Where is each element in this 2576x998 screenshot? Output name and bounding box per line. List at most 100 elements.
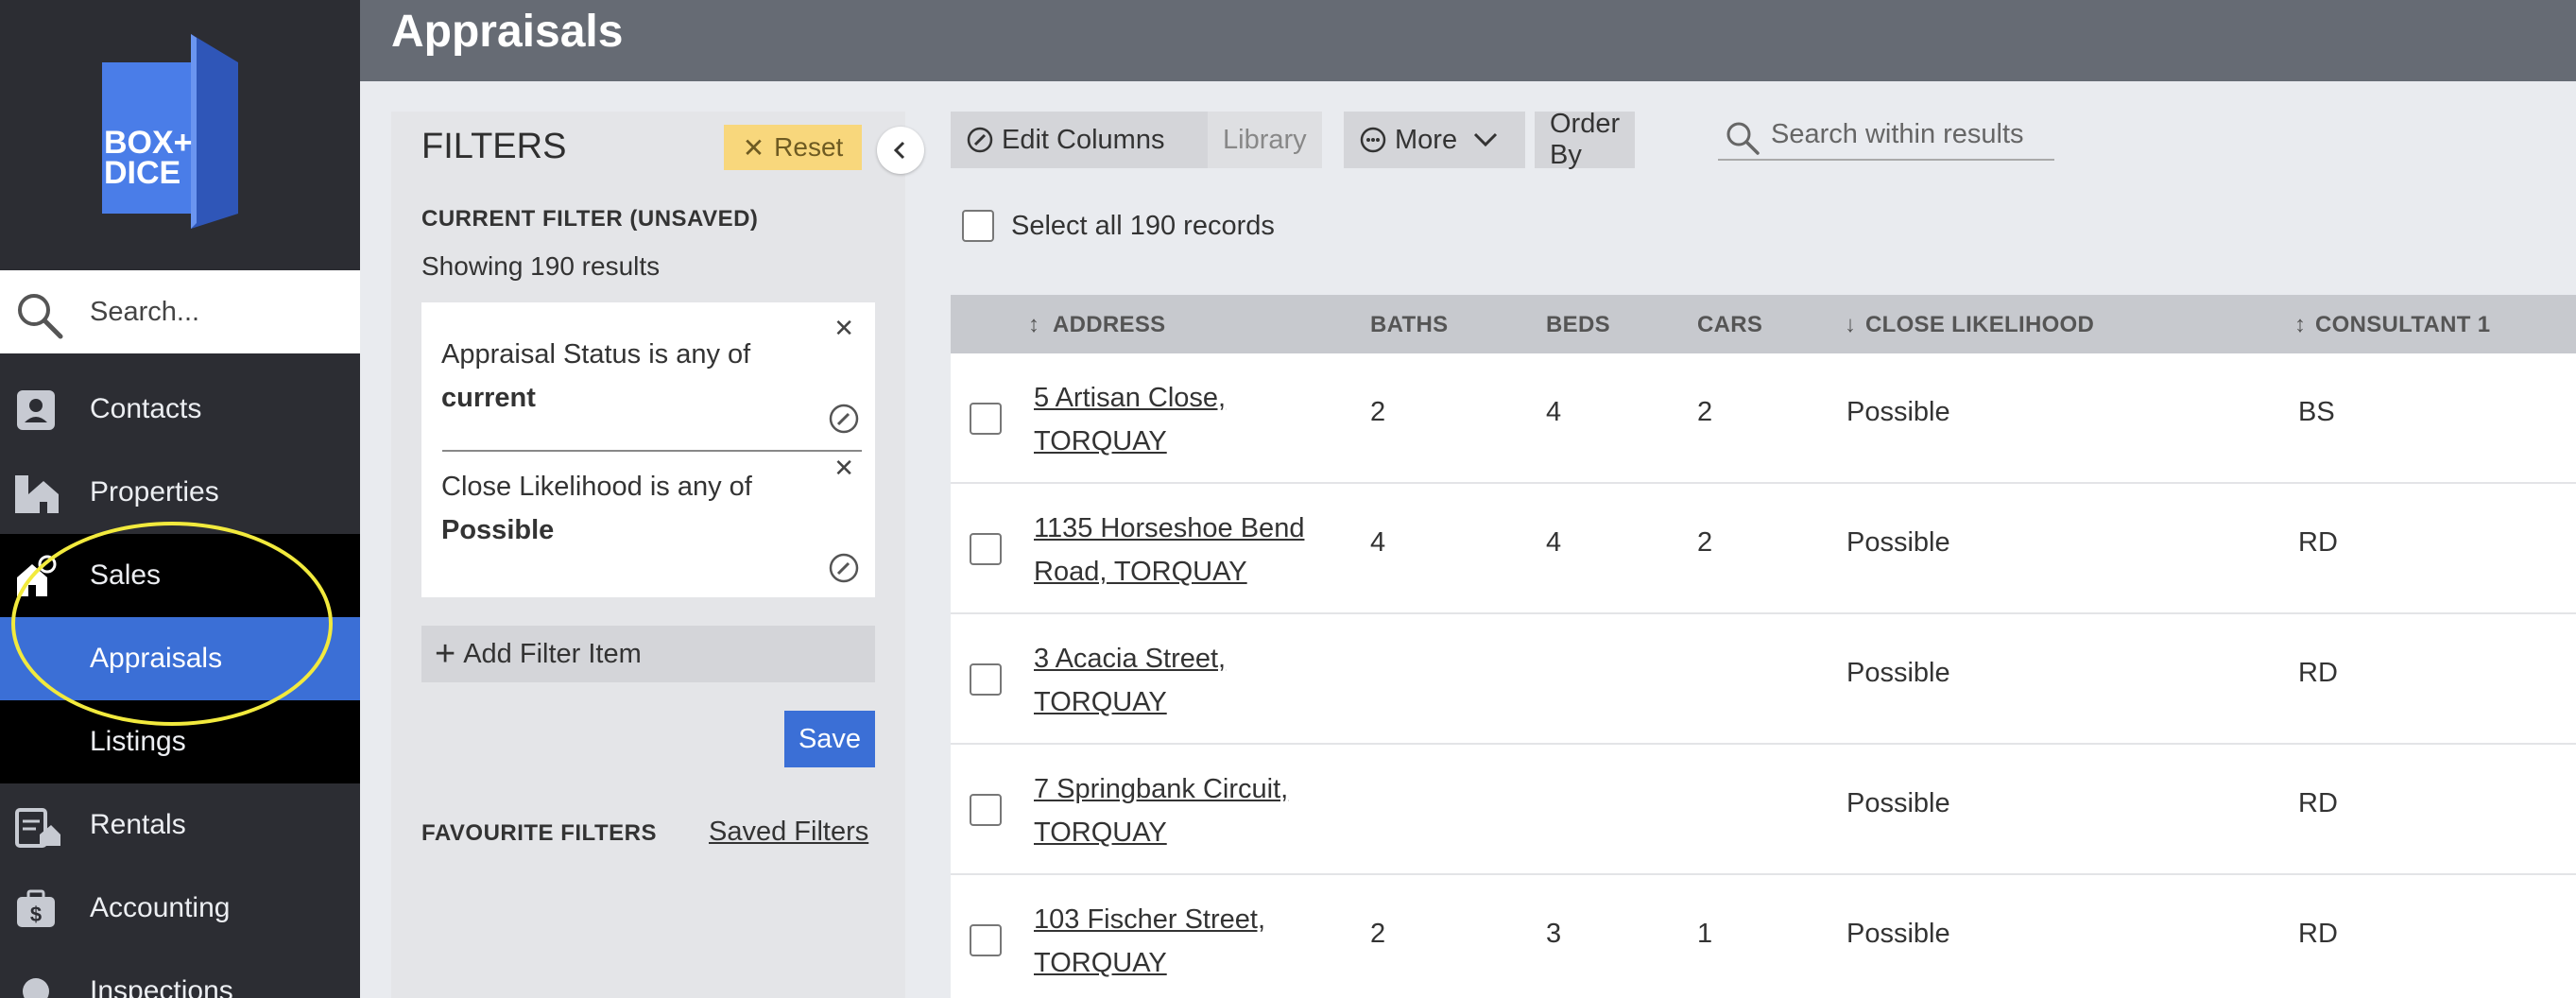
address-link[interactable]: 1135 Horseshoe Bend Road, TORQUAY (1034, 507, 1304, 594)
consultant-cell: RD (2298, 658, 2338, 688)
order-by-label: Order By (1550, 109, 1621, 170)
consultant-cell: RD (2298, 919, 2338, 949)
row-checkbox[interactable] (970, 533, 1002, 565)
column-header-address[interactable]: ADDRESS (1053, 312, 1165, 338)
column-header-baths[interactable]: BATHS (1370, 312, 1448, 338)
more-dots-icon (1360, 127, 1386, 153)
sidebar-item-label: Rentals (90, 809, 186, 840)
sidebar-item-inspections[interactable]: Inspections (0, 950, 360, 998)
cars-cell: 2 (1697, 527, 1713, 558)
consultant-cell: RD (2298, 527, 2338, 558)
search-icon (18, 294, 63, 339)
address-link[interactable]: 5 Artisan Close, TORQUAY (1034, 376, 1226, 463)
sidebar-item-appraisals[interactable]: Appraisals (0, 617, 360, 700)
row-checkbox[interactable] (970, 924, 1002, 956)
reset-button[interactable]: ✕ Reset (724, 125, 862, 170)
baths-cell: 2 (1370, 919, 1386, 949)
results-count: Showing 190 results (421, 251, 661, 281)
beds-cell: 4 (1546, 397, 1562, 427)
table-row[interactable]: 103 Fischer Street, TORQUAY 2 3 1 Possibl… (951, 875, 2576, 998)
filter-item: Close Likelihood is any of Possible ✕ (421, 452, 875, 599)
filter-value: current (441, 383, 536, 413)
page-header: Appraisals (360, 0, 2576, 81)
saved-filters-link[interactable]: Saved Filters (709, 817, 868, 848)
cars-cell: 2 (1697, 397, 1713, 427)
table-row[interactable]: 7 Springbank Circuit, TORQUAY Possible RD (951, 745, 2576, 875)
edit-filter-icon[interactable] (828, 552, 860, 584)
sidebar-item-listings[interactable]: Listings (0, 700, 360, 783)
cars-cell: 1 (1697, 919, 1713, 949)
row-checkbox[interactable] (970, 663, 1002, 696)
add-filter-button[interactable]: + Add Filter Item (421, 626, 875, 682)
plus-icon: + (435, 633, 456, 674)
likelihood-cell: Possible (1846, 919, 1950, 949)
library-button[interactable]: Library (1208, 112, 1322, 168)
row-checkbox[interactable] (970, 403, 1002, 435)
sidebar: BOX+ DICE Search... Contacts Properties (0, 0, 360, 998)
address-link[interactable]: 7 Springbank Circuit, TORQUAY (1034, 767, 1288, 854)
table-row[interactable]: 3 Acacia Street, TORQUAY Possible RD (951, 614, 2576, 745)
sidebar-item-accounting[interactable]: $ Accounting (0, 867, 360, 950)
remove-filter-icon[interactable]: ✕ (833, 314, 854, 343)
sidebar-item-label: Sales (90, 559, 162, 591)
filters-panel: FILTERS ✕ Reset CURRENT FILTER (UNSAVED)… (391, 112, 924, 998)
filter-item: Appraisal Status is any of current ✕ (421, 302, 875, 450)
sidebar-item-label: Accounting (90, 892, 231, 923)
likelihood-cell: Possible (1846, 397, 1950, 427)
sidebar-item-label: Listings (90, 726, 186, 757)
add-filter-label: Add Filter Item (463, 638, 642, 669)
library-label: Library (1223, 124, 1307, 155)
remove-filter-icon[interactable]: ✕ (833, 454, 854, 483)
accounting-icon: $ (17, 889, 55, 927)
address-link[interactable]: 3 Acacia Street, TORQUAY (1034, 637, 1226, 724)
save-button[interactable]: Save (784, 711, 875, 767)
svg-text:$: $ (30, 903, 42, 926)
sidebar-item-properties[interactable]: Properties (0, 451, 360, 534)
sidebar-item-label: Appraisals (90, 643, 223, 674)
search-icon (1726, 122, 1760, 155)
sidebar-item-contacts[interactable]: Contacts (0, 368, 360, 451)
sort-icon: ↕ (2294, 312, 2307, 337)
page-title: Appraisals (391, 7, 624, 57)
beds-cell: 4 (1546, 527, 1562, 558)
sidebar-item-sales[interactable]: Sales (0, 534, 360, 617)
sidebar-item-label: Contacts (90, 393, 202, 424)
chevron-down-icon (1474, 132, 1498, 147)
row-checkbox[interactable] (970, 794, 1002, 826)
beds-cell: 3 (1546, 919, 1562, 949)
sidebar-item-rentals[interactable]: Rentals (0, 783, 360, 867)
baths-cell: 2 (1370, 397, 1386, 427)
sidebar-search[interactable]: Search... (0, 270, 360, 353)
inspections-icon (23, 978, 49, 998)
column-header-close-likelihood[interactable]: CLOSE LIKELIHOOD (1865, 312, 2094, 338)
column-header-consultant[interactable]: CONSULTANT 1 (2315, 312, 2490, 338)
results-table: ↕ ADDRESS BATHS BEDS CARS ↓ CLOSE LIKELI… (951, 295, 2576, 998)
filter-text: Close Likelihood is any of (441, 472, 752, 502)
select-all-checkbox[interactable] (962, 210, 994, 242)
table-header: ↕ ADDRESS BATHS BEDS CARS ↓ CLOSE LIKELI… (951, 295, 2576, 353)
table-row[interactable]: 1135 Horseshoe Bend Road, TORQUAY 4 4 2 P… (951, 484, 2576, 614)
sales-icon (17, 555, 57, 596)
column-header-cars[interactable]: CARS (1697, 312, 1762, 338)
filter-list: Appraisal Status is any of current ✕ Clo… (421, 302, 875, 597)
likelihood-cell: Possible (1846, 788, 1950, 818)
sidebar-item-label: Properties (90, 476, 219, 508)
table-row[interactable]: 5 Artisan Close, TORQUAY 2 4 2 Possible B… (951, 353, 2576, 484)
more-label: More (1395, 124, 1458, 155)
address-link[interactable]: 103 Fischer Street, TORQUAY (1034, 898, 1265, 985)
select-all[interactable]: Select all 190 records (962, 210, 1275, 242)
sidebar-search-placeholder: Search... (90, 296, 200, 327)
edit-filter-icon[interactable] (828, 403, 860, 435)
order-by-button[interactable]: Order By (1535, 109, 1636, 170)
baths-cell: 4 (1370, 527, 1386, 558)
collapse-panel-button[interactable] (877, 127, 924, 174)
column-header-beds[interactable]: BEDS (1546, 312, 1610, 338)
consultant-cell: BS (2298, 397, 2335, 427)
more-button[interactable]: More (1344, 112, 1525, 168)
results-search-input[interactable]: Search within results (1718, 112, 2054, 161)
current-filter-label: CURRENT FILTER (UNSAVED) (421, 206, 759, 232)
app-logo[interactable]: BOX+ DICE (91, 34, 248, 229)
chevron-left-icon (893, 141, 905, 160)
edit-columns-button[interactable]: Edit Columns (951, 112, 1240, 168)
reset-label: Reset (774, 132, 844, 162)
